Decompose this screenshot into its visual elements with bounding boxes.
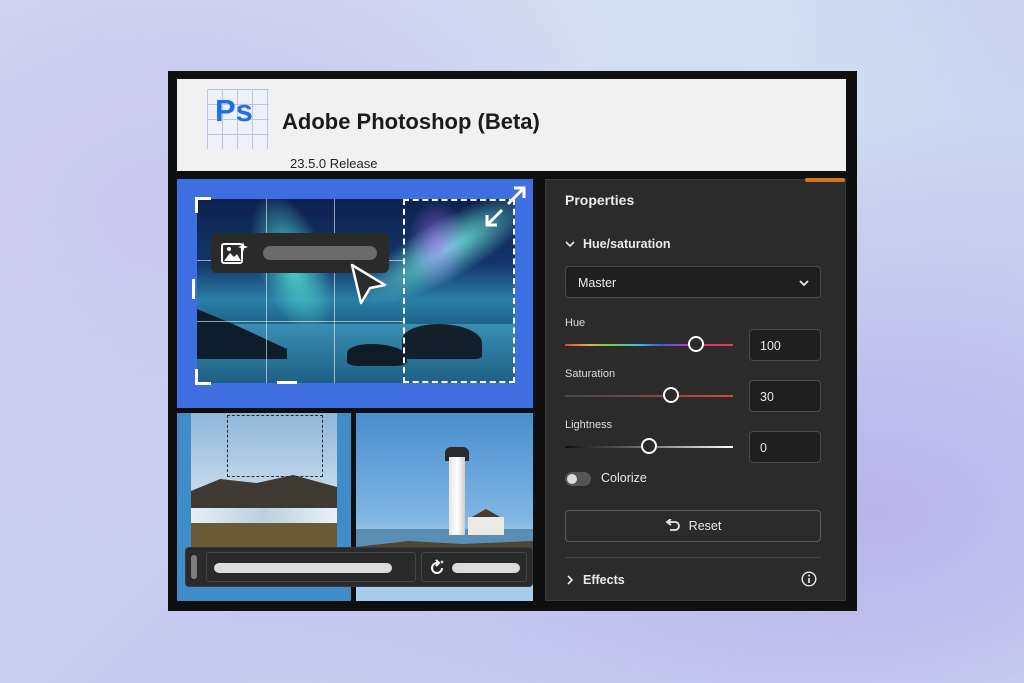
crop-handle[interactable] xyxy=(195,369,211,385)
coast-image[interactable] xyxy=(191,413,337,549)
section-title: Hue/saturation xyxy=(583,237,671,251)
reset-label: Reset xyxy=(688,519,722,533)
colorize-label: Colorize xyxy=(601,471,647,485)
crop-grid-line xyxy=(197,321,403,322)
chevron-down-icon xyxy=(565,241,575,248)
drag-handle[interactable] xyxy=(191,555,197,579)
channel-value: Master xyxy=(578,276,617,290)
app-version: 23.5.0 Release xyxy=(290,156,378,171)
hue-value-field[interactable]: 100 xyxy=(749,329,821,361)
crop-handle[interactable] xyxy=(192,279,195,299)
divider xyxy=(565,557,821,558)
saturation-slider-knob[interactable] xyxy=(662,387,679,403)
saturation-label: Saturation xyxy=(565,368,616,380)
crop-grid-line xyxy=(266,199,267,383)
generate-label-placeholder xyxy=(452,563,520,573)
crop-handle[interactable] xyxy=(277,381,297,384)
hue-label: Hue xyxy=(565,317,586,329)
prompt-input[interactable] xyxy=(263,246,377,260)
expand-arrow-icon[interactable] xyxy=(505,185,527,207)
logo-text: Ps xyxy=(215,93,253,128)
panel-accent xyxy=(805,178,845,182)
info-icon[interactable] xyxy=(801,571,817,587)
hue-saturation-header[interactable]: Hue/saturation xyxy=(565,237,671,251)
taskbar-prompt-field[interactable] xyxy=(206,552,416,582)
app-title: Adobe Photoshop (Beta) xyxy=(282,109,540,134)
lightness-slider-knob[interactable] xyxy=(641,438,657,454)
cursor-arrow-icon xyxy=(350,263,387,305)
toggle-knob xyxy=(567,474,577,484)
properties-panel: Properties Hue/saturation Master Hue 100… xyxy=(545,178,846,601)
saturation-value-field[interactable]: 30 xyxy=(749,380,821,412)
app-header: Ps Adobe Photoshop (Beta) 23.5.0 Release xyxy=(177,79,846,171)
generate-button[interactable] xyxy=(421,552,527,582)
canvas-area xyxy=(177,179,533,601)
image-sparkle-icon xyxy=(221,242,248,264)
shrink-arrow-icon[interactable] xyxy=(483,207,505,229)
selected-image-panel[interactable] xyxy=(177,179,533,408)
properties-title: Properties xyxy=(565,192,635,208)
channel-select[interactable]: Master xyxy=(565,266,821,298)
effects-header[interactable]: Effects xyxy=(565,573,625,587)
prompt-placeholder xyxy=(214,563,392,573)
lightness-value-field[interactable]: 0 xyxy=(749,431,821,463)
lightness-label: Lightness xyxy=(565,419,613,431)
saturation-slider-track[interactable] xyxy=(565,395,733,397)
chevron-down-icon xyxy=(799,280,809,287)
app-window: Ps Adobe Photoshop (Beta) 23.5.0 Release xyxy=(168,71,857,611)
regenerate-icon xyxy=(431,559,444,574)
effects-label: Effects xyxy=(583,573,625,587)
crop-grid-line xyxy=(334,199,335,383)
reset-button[interactable]: Reset xyxy=(565,510,821,542)
marquee-selection[interactable] xyxy=(227,415,323,477)
colorize-toggle[interactable] xyxy=(565,472,591,486)
contextual-taskbar xyxy=(185,547,533,587)
hue-slider-knob[interactable] xyxy=(688,336,705,352)
undo-icon xyxy=(665,519,680,531)
crop-handle[interactable] xyxy=(195,197,211,213)
chevron-right-icon xyxy=(567,575,574,585)
hue-slider-track[interactable] xyxy=(565,344,733,346)
